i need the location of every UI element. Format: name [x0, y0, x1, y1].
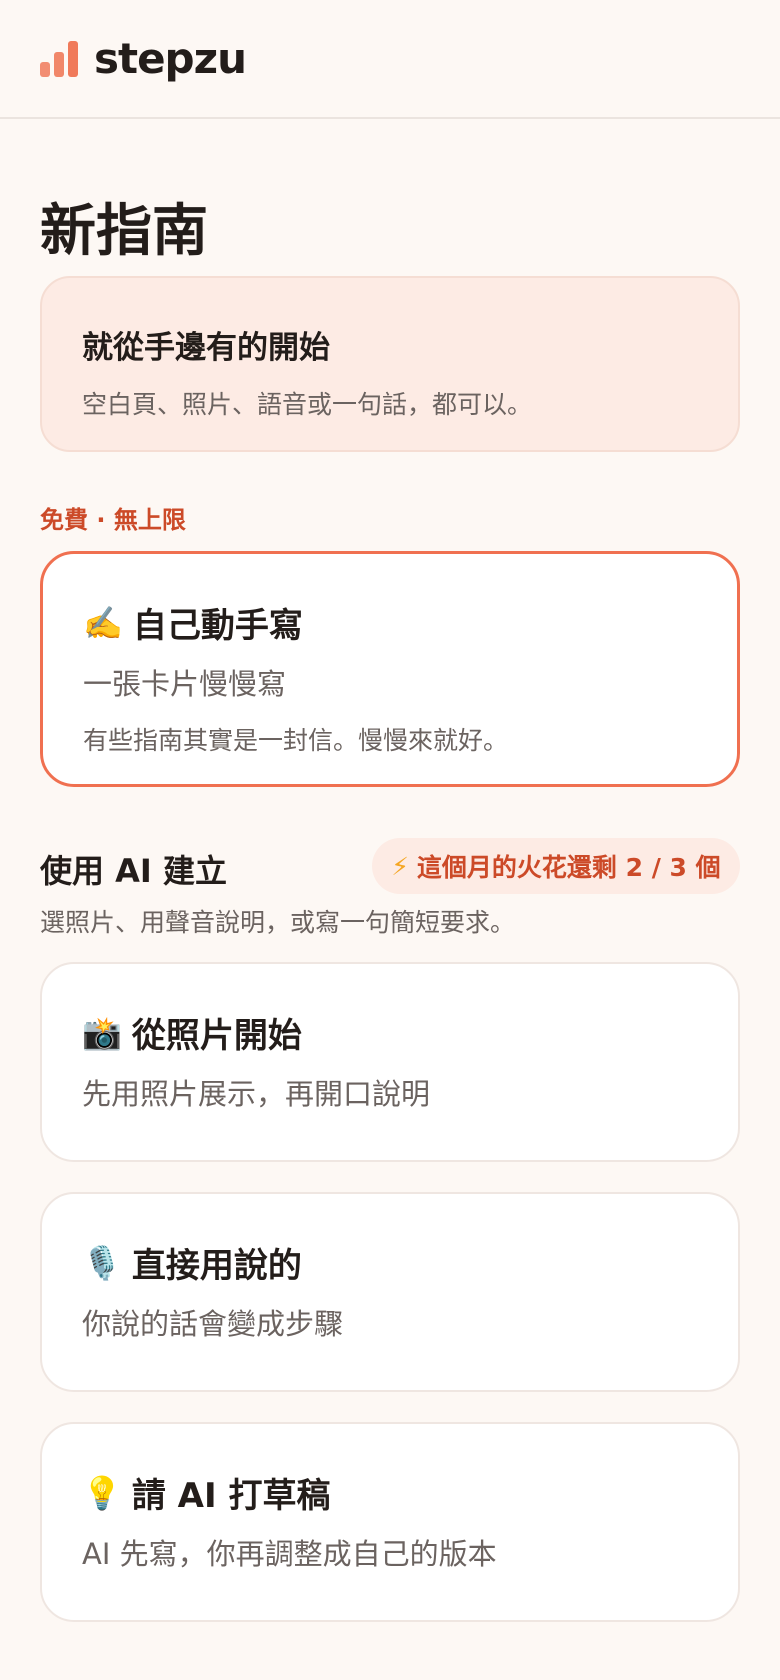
write-card-note: 有些指南其實是一封信。慢慢來就好。 [83, 726, 509, 755]
microphone-icon: 🎙️ [82, 1243, 122, 1282]
spark-quota-text: 這個月的火花還剩 2 / 3 個 [416, 853, 721, 882]
intro-title: 就從手邊有的開始 [82, 330, 330, 366]
intro-card: 就從手邊有的開始 空白頁、照片、語音或一句話，都可以。 [40, 276, 740, 452]
intro-subtitle: 空白頁、照片、語音或一句話，都可以。 [82, 390, 533, 419]
draft-card-title: 請 AI 打草稿 [131, 1476, 331, 1516]
ai-section-subtitle: 選照片、用聲音說明，或寫一句簡短要求。 [40, 908, 516, 937]
start-from-photo-card[interactable]: 📸 從照片開始 先用照片展示，再開口說明 [40, 962, 740, 1162]
ai-draft-card[interactable]: 💡 請 AI 打草稿 AI 先寫，你再調整成自己的版本 [40, 1422, 740, 1622]
speak-directly-card[interactable]: 🎙️ 直接用說的 你說的話會變成步驟 [40, 1192, 740, 1392]
photo-card-subtitle: 先用照片展示，再開口說明 [82, 1077, 431, 1111]
write-card-title: 自己動手寫 [132, 606, 303, 646]
bar-chart-icon [40, 40, 78, 77]
voice-card-title: 直接用說的 [131, 1246, 302, 1286]
brand-logo[interactable]: stepzu [94, 34, 247, 83]
write-card-subtitle: 一張卡片慢慢寫 [83, 667, 287, 701]
camera-flash-icon: 📸 [82, 1013, 122, 1052]
voice-card-subtitle: 你說的話會變成步驟 [82, 1307, 344, 1341]
writing-hand-icon: ✍️ [83, 603, 123, 642]
write-yourself-card[interactable]: ✍️ 自己動手寫 一張卡片慢慢寫 有些指南其實是一封信。慢慢來就好。 [40, 551, 740, 787]
ai-section-title: 使用 AI 建立 [40, 852, 227, 890]
photo-card-title: 從照片開始 [131, 1016, 302, 1056]
lightning-icon: ⚡ [391, 851, 409, 881]
spark-quota-badge: ⚡ 這個月的火花還剩 2 / 3 個 [372, 838, 740, 894]
app-header: stepzu [0, 0, 780, 119]
draft-card-subtitle: AI 先寫，你再調整成自己的版本 [82, 1537, 497, 1571]
light-bulb-icon: 💡 [82, 1473, 122, 1512]
page-title: 新指南 [40, 199, 208, 264]
free-section-label: 免費 · 無上限 [40, 506, 186, 534]
